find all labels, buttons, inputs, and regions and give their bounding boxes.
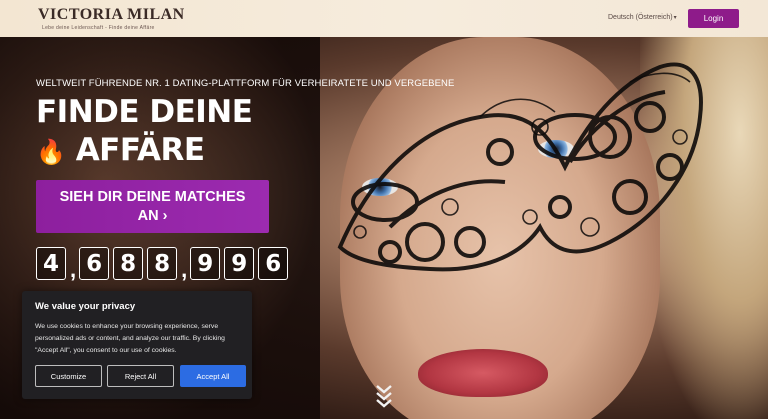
customize-button[interactable]: Customize: [35, 365, 102, 387]
language-label: Deutsch (Österreich): [608, 14, 673, 21]
cookie-title: We value your privacy: [35, 301, 136, 312]
counter-separator: ,: [70, 257, 77, 282]
counter-separator: ,: [181, 257, 188, 282]
headline-line-1: FINDE DEINE: [36, 94, 253, 130]
page-title: FINDE DEINE 🔥 AFFÄRE: [36, 93, 253, 171]
member-counter: 4,688,996: [36, 247, 292, 282]
see-matches-button[interactable]: SIEH DIR DEINE MATCHES AN ›: [36, 180, 269, 233]
header: VICTORIA MILAN Lebe deine Leidenschaft -…: [0, 0, 768, 37]
flame-icon: 🔥: [36, 138, 66, 166]
counter-digit: 4: [36, 247, 66, 280]
cookie-buttons: Customize Reject All Accept All: [35, 365, 246, 387]
logo[interactable]: VICTORIA MILAN Lebe deine Leidenschaft -…: [38, 6, 185, 31]
logo-text: VICTORIA MILAN: [38, 6, 185, 23]
counter-digit: 6: [79, 247, 110, 280]
counter-digit: 8: [147, 247, 178, 280]
language-selector[interactable]: Deutsch (Österreich)▾: [608, 14, 677, 21]
headline-word: AFFÄRE: [75, 132, 205, 168]
tagline: WELTWEIT FÜHRENDE NR. 1 DATING-PLATTFORM…: [36, 78, 455, 89]
counter-digit: 9: [224, 247, 255, 280]
accept-all-button[interactable]: Accept All: [180, 365, 246, 387]
logo-subtitle: Lebe deine Leidenschaft - Finde deine Af…: [42, 25, 155, 31]
reject-all-button[interactable]: Reject All: [107, 365, 174, 387]
headline-line-2: 🔥 AFFÄRE: [36, 131, 252, 171]
hero-lips: [418, 349, 548, 397]
cookie-text: We use cookies to enhance your browsing …: [35, 323, 225, 354]
cookie-consent-dialog: We value your privacy We use cookies to …: [22, 291, 252, 399]
login-button[interactable]: Login: [688, 9, 739, 28]
caret-down-icon: ▾: [673, 15, 677, 21]
counter-digit: 6: [258, 247, 289, 280]
chevron-down-icon[interactable]: [374, 383, 394, 409]
lace-mask: [337, 62, 703, 272]
counter-digit: 9: [190, 247, 221, 280]
counter-digit: 8: [113, 247, 144, 280]
